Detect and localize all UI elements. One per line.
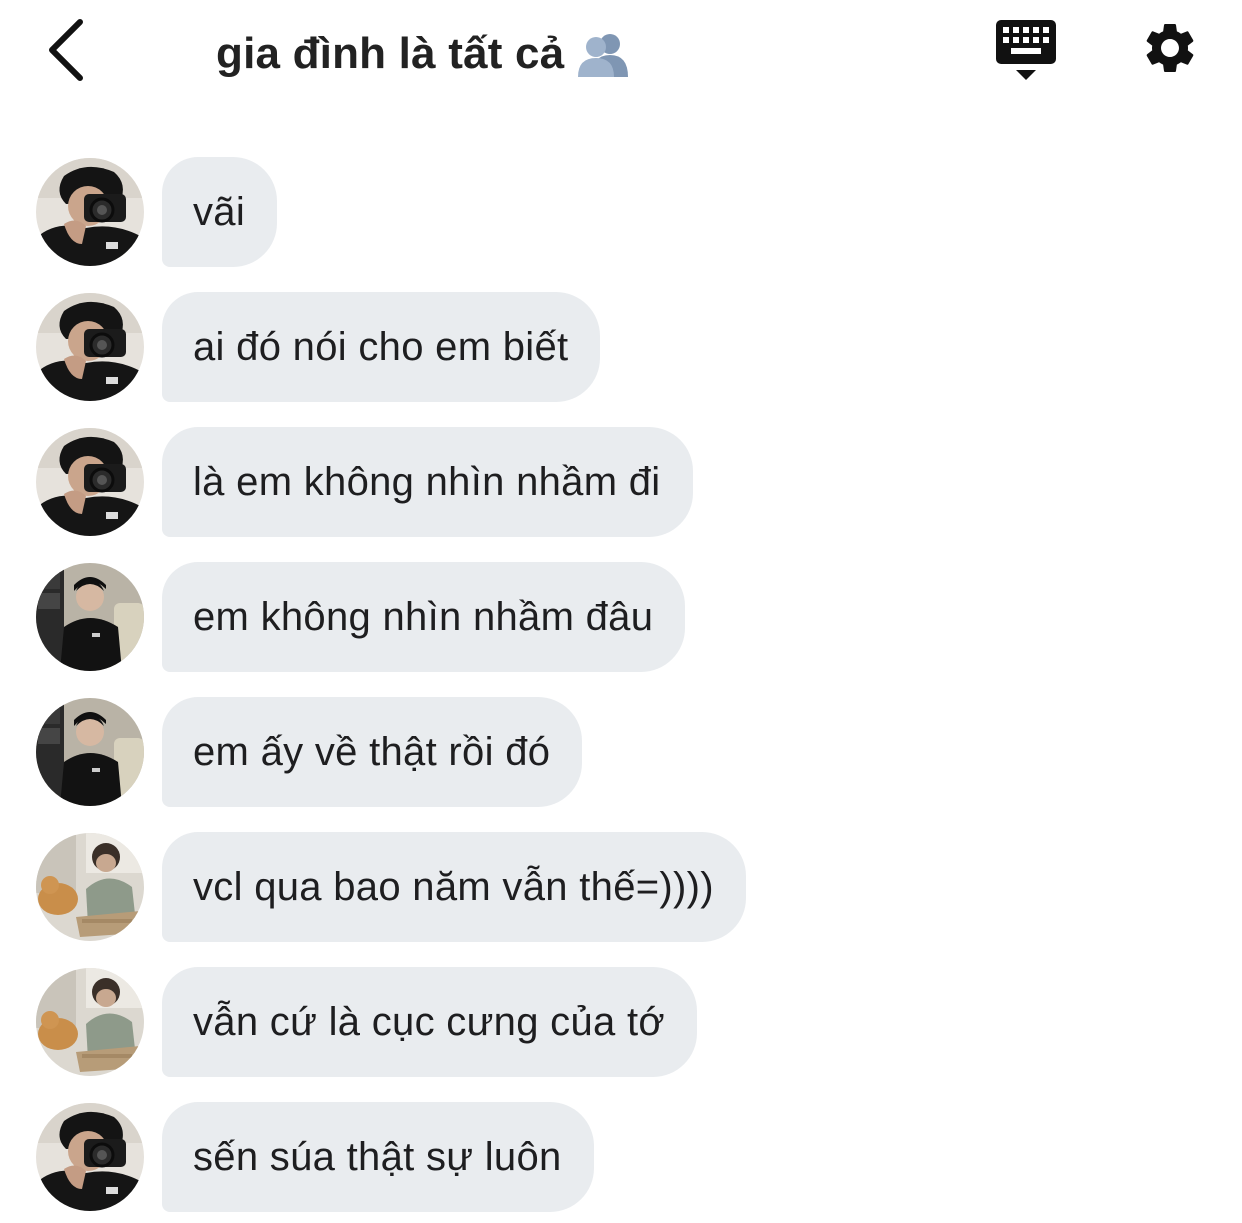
message-bubble[interactable]: vãi (162, 157, 278, 267)
message-list[interactable]: vãi ai đó nói cho em biết là em không nh… (0, 0, 1242, 1223)
avatar[interactable] (36, 293, 144, 401)
message-row: em ấy về thật rồi đó (36, 697, 583, 807)
message-row: em không nhìn nhầm đâu (36, 562, 686, 672)
message-bubble[interactable]: ai đó nói cho em biết (162, 292, 601, 402)
message-bubble[interactable]: em không nhìn nhầm đâu (162, 562, 686, 672)
message-bubble[interactable]: vẫn cứ là cục cưng của tớ (162, 967, 697, 1077)
message-row: vcl qua bao năm vẫn thế=)))) (36, 832, 746, 942)
message-row: ai đó nói cho em biết (36, 292, 601, 402)
message-bubble[interactable]: em ấy về thật rồi đó (162, 697, 583, 807)
avatar[interactable] (36, 1103, 144, 1211)
avatar[interactable] (36, 563, 144, 671)
message-bubble[interactable]: vcl qua bao năm vẫn thế=)))) (162, 832, 746, 942)
message-bubble[interactable]: sến súa thật sự luôn (162, 1102, 594, 1212)
avatar[interactable] (36, 833, 144, 941)
message-row: vãi (36, 157, 278, 267)
avatar[interactable] (36, 428, 144, 536)
message-row: vẫn cứ là cục cưng của tớ (36, 967, 697, 1077)
message-bubble[interactable]: là em không nhìn nhầm đi (162, 427, 693, 537)
avatar[interactable] (36, 158, 144, 266)
message-row: sến súa thật sự luôn (36, 1102, 594, 1212)
message-row: là em không nhìn nhầm đi (36, 427, 693, 537)
avatar[interactable] (36, 698, 144, 806)
avatar[interactable] (36, 968, 144, 1076)
